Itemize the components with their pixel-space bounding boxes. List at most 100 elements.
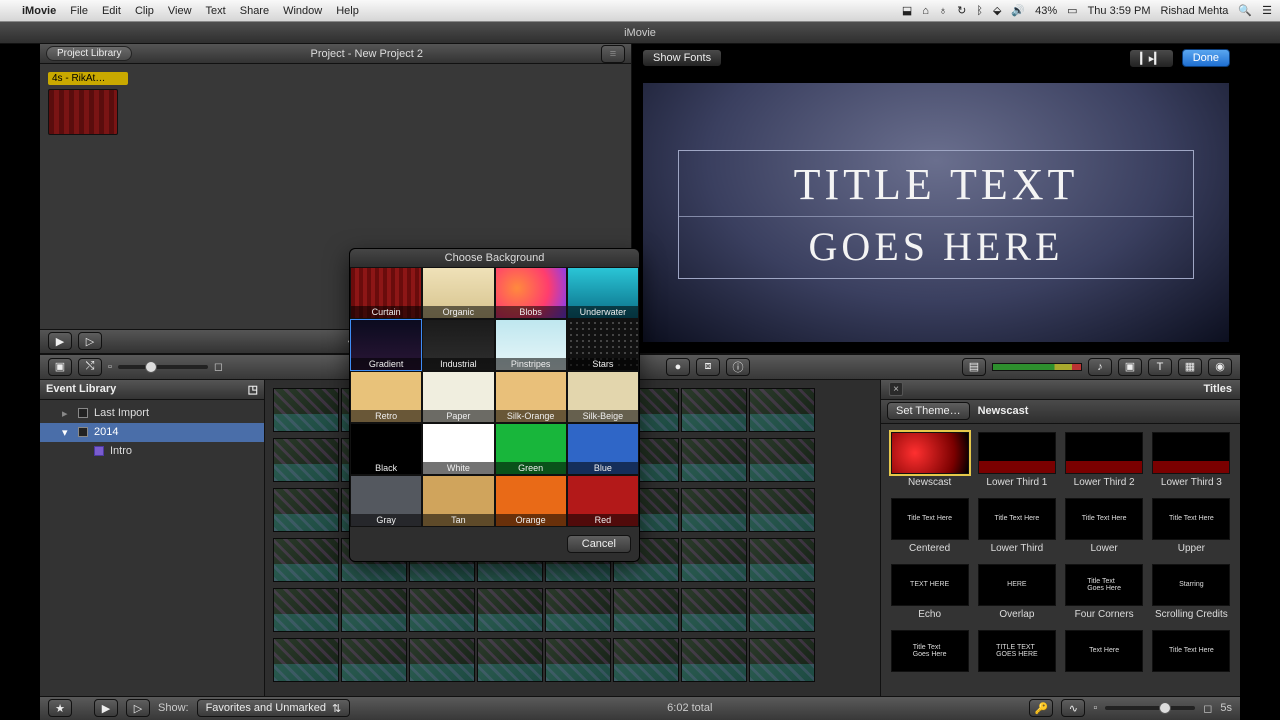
app-menu[interactable]: iMovie <box>22 5 56 17</box>
title-line-1[interactable]: TITLE TEXT <box>679 151 1193 214</box>
filmstrip-thumbnail[interactable] <box>749 438 815 482</box>
clock[interactable]: Thu 3:59 PM <box>1088 5 1151 17</box>
menu-edit[interactable]: Edit <box>102 5 121 17</box>
marker-button[interactable]: ▤ <box>962 358 986 376</box>
volume-icon[interactable]: 🔊 <box>1011 4 1025 17</box>
filmstrip-thumbnail[interactable] <box>273 588 339 632</box>
title-style-tile[interactable]: Title Text HereCentered <box>889 498 970 554</box>
event-item[interactable]: Intro <box>40 442 264 460</box>
menu-text[interactable]: Text <box>206 5 226 17</box>
notifications-icon[interactable]: ☰ <box>1262 4 1272 17</box>
play-fullscreen-button[interactable]: ▷ <box>78 332 102 350</box>
event-item[interactable]: ▾2014 <box>40 423 264 442</box>
titles-browser-button[interactable]: T <box>1148 358 1172 376</box>
viewer-stage[interactable]: TITLE TEXT GOES HERE <box>642 82 1230 343</box>
background-option[interactable]: Orange <box>495 475 567 527</box>
user-name[interactable]: Rishad Mehta <box>1161 5 1229 17</box>
filmstrip-thumbnail[interactable] <box>613 588 679 632</box>
filmstrip-thumbnail[interactable] <box>681 638 747 682</box>
menu-window[interactable]: Window <box>283 5 322 17</box>
menu-help[interactable]: Help <box>336 5 359 17</box>
background-option[interactable]: Paper <box>422 371 494 423</box>
menu-view[interactable]: View <box>168 5 192 17</box>
crop-button[interactable]: ⧈ <box>696 358 720 376</box>
filmstrip-thumbnail[interactable] <box>477 588 543 632</box>
filmstrip-thumbnail[interactable] <box>613 638 679 682</box>
disclosure-triangle-icon[interactable]: ▸ <box>62 407 72 420</box>
background-option[interactable]: Tan <box>422 475 494 527</box>
spotlight-icon[interactable]: 🔍 <box>1238 4 1252 17</box>
thumbnail-slider[interactable] <box>118 365 208 369</box>
filmstrip-thumbnail[interactable] <box>681 588 747 632</box>
background-option[interactable]: Silk-Beige <box>567 371 639 423</box>
keywords-button[interactable]: 🔑 <box>1029 699 1053 717</box>
background-option[interactable]: Retro <box>350 371 422 423</box>
title-text-box[interactable]: TITLE TEXT GOES HERE <box>678 150 1194 279</box>
disclosure-triangle-icon[interactable]: ▾ <box>62 426 72 439</box>
clip-thumbnail[interactable] <box>48 89 118 135</box>
title-style-tile[interactable]: HEREOverlap <box>976 564 1057 620</box>
filmstrip-thumbnail[interactable] <box>273 388 339 432</box>
filmstrip-thumbnail[interactable] <box>681 438 747 482</box>
favorite-button[interactable]: ★ <box>48 699 72 717</box>
title-style-tile[interactable]: Title Text HereUpper <box>1151 498 1232 554</box>
voiceover-button[interactable]: ● <box>666 358 690 376</box>
background-option[interactable]: Stars <box>567 319 639 371</box>
filmstrip-thumbnail[interactable] <box>409 638 475 682</box>
background-option[interactable]: Pinstripes <box>495 319 567 371</box>
title-style-tile[interactable]: Lower Third 2 <box>1064 432 1145 488</box>
globe-icon[interactable]: ♁ <box>939 5 947 17</box>
background-option[interactable]: Curtain <box>350 267 422 319</box>
camera-import-button[interactable]: ▣ <box>48 358 72 376</box>
background-option[interactable]: Green <box>495 423 567 475</box>
title-style-tile[interactable]: Title Text Goes HereFour Corners <box>1064 564 1145 620</box>
inspector-button[interactable]: ⓘ <box>726 358 750 376</box>
bluetooth-icon[interactable]: ᛒ <box>976 5 983 17</box>
filmstrip-thumbnail[interactable] <box>749 488 815 532</box>
title-style-tile[interactable]: TITLE TEXT GOES HERE <box>976 630 1057 675</box>
title-style-tile[interactable]: TEXT HEREEcho <box>889 564 970 620</box>
filmstrip-thumbnail[interactable] <box>749 388 815 432</box>
filmstrip-thumbnail[interactable] <box>273 638 339 682</box>
background-option[interactable]: Gradient <box>350 319 422 371</box>
background-option[interactable]: Gray <box>350 475 422 527</box>
play-selection-button[interactable]: ▎▸▎ <box>1129 49 1173 68</box>
filmstrip-thumbnail[interactable] <box>681 388 747 432</box>
audio-skim-button[interactable]: ∿ <box>1061 699 1085 717</box>
project-clip[interactable]: 4s - RikAt… <box>48 72 128 135</box>
event-collapse-icon[interactable]: ◳ <box>248 383 258 396</box>
play-button-footer[interactable]: ▶ <box>94 699 118 717</box>
project-grip-icon[interactable]: ≡ <box>601 45 625 63</box>
battery-icon[interactable]: ▭ <box>1067 4 1077 17</box>
menu-share[interactable]: Share <box>240 5 269 17</box>
background-option[interactable]: Red <box>567 475 639 527</box>
menu-clip[interactable]: Clip <box>135 5 154 17</box>
title-style-tile[interactable]: StarringScrolling Credits <box>1151 564 1232 620</box>
project-library-tab[interactable]: Project Library <box>46 46 132 61</box>
filmstrip-thumbnail[interactable] <box>681 488 747 532</box>
background-option[interactable]: Industrial <box>422 319 494 371</box>
photo-browser-button[interactable]: ▣ <box>1118 358 1142 376</box>
title-style-tile[interactable]: Lower Third 3 <box>1151 432 1232 488</box>
title-style-tile[interactable]: Title Text Goes Here <box>889 630 970 675</box>
filmstrip-thumbnail[interactable] <box>545 588 611 632</box>
title-style-tile[interactable]: Lower Third 1 <box>976 432 1057 488</box>
done-button[interactable]: Done <box>1182 49 1230 67</box>
background-option[interactable]: White <box>422 423 494 475</box>
filmstrip-thumbnail[interactable] <box>273 438 339 482</box>
set-theme-button[interactable]: Set Theme… <box>887 402 970 420</box>
background-option[interactable]: Underwater <box>567 267 639 319</box>
title-style-tile[interactable]: Newscast <box>889 432 970 488</box>
filmstrip-thumbnail[interactable] <box>749 638 815 682</box>
background-option[interactable]: Silk-Orange <box>495 371 567 423</box>
filmstrip-thumbnail[interactable] <box>749 538 815 582</box>
background-option[interactable]: Blue <box>567 423 639 475</box>
background-option[interactable]: Blobs <box>495 267 567 319</box>
filmstrip-thumbnail[interactable] <box>341 588 407 632</box>
filmstrip-thumbnail[interactable] <box>681 538 747 582</box>
play-button[interactable]: ▶ <box>48 332 72 350</box>
sync-icon[interactable]: ↻ <box>957 4 966 17</box>
show-fonts-button[interactable]: Show Fonts <box>642 49 722 67</box>
background-option[interactable]: Black <box>350 423 422 475</box>
home-icon[interactable]: ⌂ <box>922 5 929 17</box>
